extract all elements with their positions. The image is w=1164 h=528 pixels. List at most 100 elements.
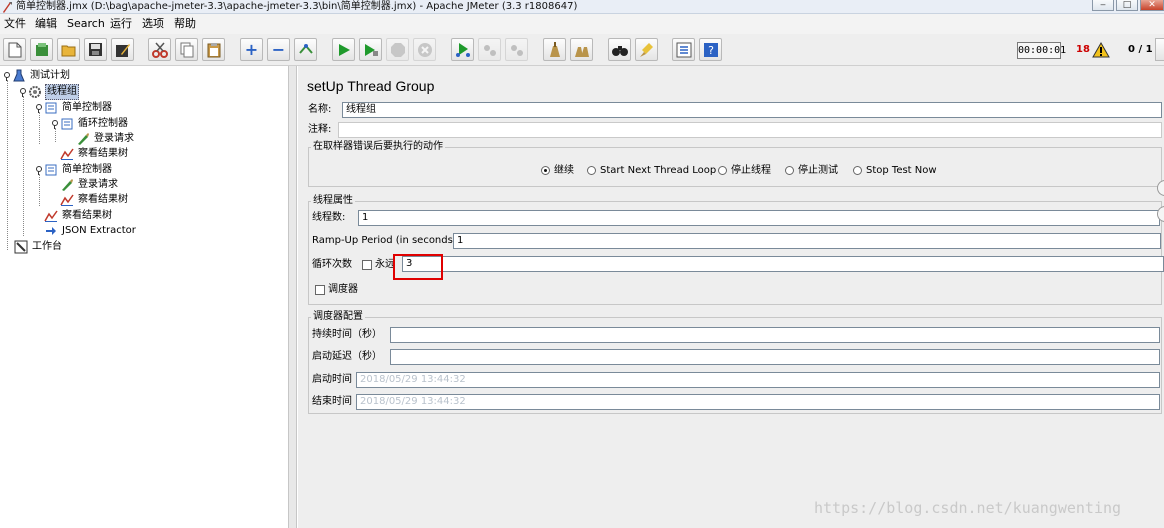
new-icon[interactable] [3, 38, 26, 61]
comment-field[interactable] [338, 122, 1162, 138]
tree-toggle-icon[interactable] [18, 87, 26, 97]
test-tree: 测试计划 线程组 简单控制器 循环控制器 登录请求 察看结果树 简单控制器 登录… [0, 66, 288, 528]
tree-node-view-results-tree[interactable]: 察看结果树 [44, 208, 113, 223]
listener-icon [60, 194, 74, 206]
listener-icon [60, 148, 74, 160]
workbench-icon [14, 240, 28, 253]
tree-toggle-icon[interactable] [50, 119, 58, 129]
copy-icon[interactable] [175, 38, 198, 61]
tree-toggle-icon[interactable] [34, 165, 42, 175]
end-time-field[interactable]: 2018/05/29 13:44:32 [356, 394, 1160, 410]
expand-icon[interactable]: + [240, 38, 263, 61]
window-title: 简单控制器.jmx (D:\bag\apache-jmeter-3.3\apac… [16, 1, 578, 12]
tree-node-loop-controller[interactable]: 循环控制器 [50, 116, 129, 131]
tree-node-label: 简单控制器 [62, 163, 112, 175]
startup-delay-field[interactable] [390, 349, 1160, 365]
loop-count-label: 循环次数 [312, 259, 352, 270]
remote-stop-icon[interactable] [478, 38, 501, 61]
menu-run[interactable]: 运行 [110, 17, 132, 31]
annotation-highlight-box [393, 254, 443, 280]
menu-help[interactable]: 帮助 [174, 17, 196, 31]
start-no-pause-icon[interactable] [359, 38, 382, 61]
scheduler-checkbox[interactable] [315, 285, 325, 295]
svg-text:?: ? [708, 44, 714, 57]
menu-search[interactable]: Search [67, 17, 105, 31]
tree-node-login-request[interactable]: 登录请求 [76, 131, 135, 146]
remote-shutdown-icon[interactable] [505, 38, 528, 61]
tree-node-label: 察看结果树 [62, 209, 112, 221]
extractor-arrow-icon [46, 226, 56, 235]
scheduler-config-title: 调度器配置 [311, 311, 365, 323]
controller-icon [45, 164, 57, 175]
tree-node-simple-controller[interactable]: 简单控制器 [34, 162, 113, 177]
paste-icon[interactable] [202, 38, 225, 61]
warning-icon[interactable] [1092, 42, 1110, 58]
remote-start-icon[interactable] [451, 38, 474, 61]
forever-checkbox[interactable] [362, 260, 372, 270]
save-icon[interactable] [84, 38, 107, 61]
rampup-field[interactable]: 1 [453, 233, 1161, 249]
search-icon[interactable] [608, 38, 631, 61]
radio-stop-test-now[interactable] [853, 166, 862, 175]
tree-node-simple-controller[interactable]: 简单控制器 [34, 100, 113, 115]
panel-edge-handle[interactable] [1157, 180, 1164, 196]
start-time-field[interactable]: 2018/05/29 13:44:32 [356, 372, 1160, 388]
tree-node-label: 简单控制器 [62, 101, 112, 113]
minimize-button[interactable]: ‒ [1092, 0, 1114, 11]
tree-node-label: 登录请求 [78, 178, 118, 190]
maximize-button[interactable]: □ [1116, 0, 1138, 11]
controller-icon [61, 118, 73, 129]
listener-icon [44, 210, 58, 222]
start-icon[interactable] [332, 38, 355, 61]
tree-node-workbench[interactable]: 工作台 [14, 239, 63, 254]
tree-node-json-extractor[interactable]: JSON Extractor [44, 223, 137, 238]
save-as-icon[interactable] [111, 38, 134, 61]
menu-edit[interactable]: 编辑 [35, 17, 57, 31]
error-action-title: 在取样器错误后要执行的动作 [311, 141, 445, 153]
tree-node-view-results-tree[interactable]: 察看结果树 [60, 146, 129, 161]
page-title: setUp Thread Group [307, 78, 435, 94]
radio-stop-test[interactable] [785, 166, 794, 175]
threads-label: 线程数: [312, 212, 346, 223]
scheduler-label: 调度器 [328, 284, 358, 295]
toolbar-overflow[interactable] [1155, 38, 1164, 61]
reset-search-icon[interactable] [635, 38, 658, 61]
toolbar: + − ? 00:00:01 18 0 / 1 [0, 34, 1164, 66]
elapsed-time: 00:00:01 [1017, 42, 1066, 59]
function-helper-icon[interactable] [672, 38, 695, 61]
open-icon[interactable] [57, 38, 80, 61]
tree-node-test-plan[interactable]: 测试计划 [2, 68, 71, 83]
title-bar: 简单控制器.jmx (D:\bag\apache-jmeter-3.3\apac… [0, 0, 1164, 14]
radio-start-next-thread-loop[interactable] [587, 166, 596, 175]
cut-icon[interactable] [148, 38, 171, 61]
templates-icon[interactable] [30, 38, 53, 61]
tree-node-label: 察看结果树 [78, 193, 128, 205]
tree-node-thread-group[interactable]: 线程组 [18, 83, 79, 100]
split-pane-divider[interactable] [288, 66, 297, 528]
close-button[interactable]: ✕ [1140, 0, 1164, 11]
tree-node-login-request[interactable]: 登录请求 [60, 177, 119, 192]
radio-stop-thread[interactable] [718, 166, 727, 175]
duration-field[interactable] [390, 327, 1160, 343]
sampler-pencil-icon [62, 178, 73, 191]
menu-options[interactable]: 选项 [142, 17, 164, 31]
help-icon[interactable]: ? [699, 38, 722, 61]
tree-node-view-results-tree[interactable]: 察看结果树 [60, 192, 129, 207]
shutdown-icon[interactable] [413, 38, 436, 61]
jmeter-app-icon [3, 2, 12, 13]
menu-file[interactable]: 文件 [4, 17, 26, 31]
toggle-icon[interactable] [294, 38, 317, 61]
clear-icon[interactable] [543, 38, 566, 61]
tree-toggle-icon[interactable] [2, 71, 10, 81]
tree-toggle-icon[interactable] [34, 103, 42, 113]
loop-count-field[interactable]: 3 [402, 256, 1164, 272]
controller-icon [45, 102, 57, 113]
comment-label: 注释: [308, 124, 332, 135]
threads-field[interactable]: 1 [358, 210, 1160, 226]
collapse-icon[interactable]: − [267, 38, 290, 61]
watermark: https://blog.csdn.net/kuangwenting [814, 499, 1122, 517]
radio-continue[interactable] [541, 166, 550, 175]
stop-icon[interactable] [386, 38, 409, 61]
name-field[interactable]: 线程组 [342, 102, 1162, 118]
clear-all-icon[interactable] [570, 38, 593, 61]
